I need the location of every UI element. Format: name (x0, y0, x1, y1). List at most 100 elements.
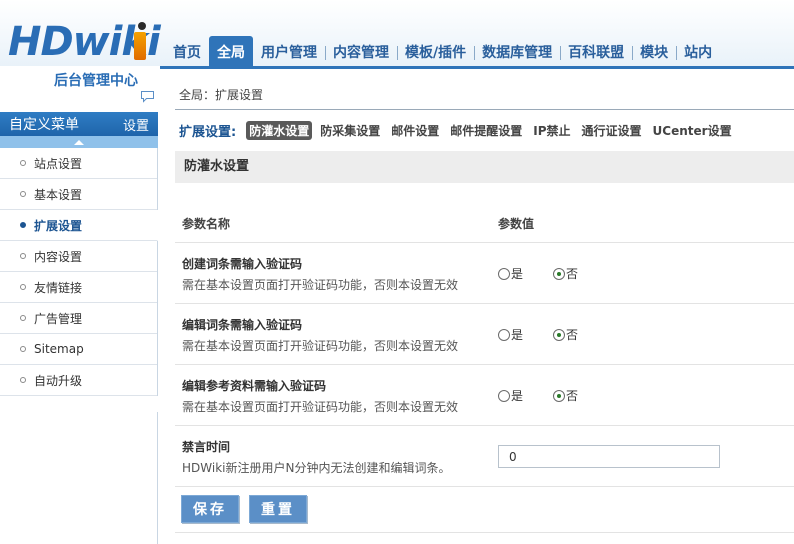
main-content: 全局：扩展设置 扩展设置: 防灌水设置 防采集设置 邮件设置 邮件提醒设置 IP… (160, 69, 794, 544)
radio-circle-checked[interactable] (553, 267, 566, 280)
radio-circle-checked[interactable] (553, 328, 566, 341)
radio-circle-checked[interactable] (553, 389, 566, 402)
top-navigation: 首页 全局 用户管理 内容管理 模板/插件 数据库管理 百科联盟 模块 站内 (165, 36, 720, 66)
sidebar-item-label: 扩展设置 (34, 218, 83, 233)
radio-yes[interactable]: 是 (498, 387, 523, 404)
setting-name: 创建词条需输入验证码 (182, 257, 303, 271)
bullet-icon (20, 346, 26, 352)
panel-title: 防灌水设置 (175, 151, 794, 183)
sidebar-item-content-settings[interactable]: 内容设置 (0, 241, 157, 272)
radio-label: 否 (566, 328, 579, 342)
radio-yes[interactable]: 是 (498, 265, 523, 282)
radio-label: 否 (566, 389, 579, 403)
radio-circle[interactable] (498, 389, 510, 402)
tab-anti-scraping[interactable]: 防采集设置 (317, 121, 383, 140)
setting-description: HDWiki新注册用户N分钟内无法创建和编辑词条。 (182, 461, 451, 475)
column-header-name: 参数名称 (182, 217, 231, 231)
sidebar-item-sitemap[interactable]: Sitemap (0, 334, 157, 365)
table-row: 编辑词条需输入验证码 需在基本设置页面打开验证码功能，否则本设置无效 是 否 (175, 304, 794, 365)
tab-ip-ban[interactable]: IP禁止 (530, 121, 573, 140)
sidebar-item-site-settings[interactable]: 站点设置 (0, 148, 157, 179)
sidebar-settings-link[interactable]: 设置 (123, 115, 149, 134)
sidebar: 自定义菜单 设置 站点设置 基本设置 扩展设置 内容设置 友情链接 广告管理 S… (0, 112, 158, 544)
sidebar-menu: 站点设置 基本设置 扩展设置 内容设置 友情链接 广告管理 Sitemap 自动… (0, 148, 158, 396)
setting-name: 禁言时间 (182, 440, 231, 454)
radio-label: 是 (511, 389, 524, 403)
radio-group: 是 否 (498, 326, 608, 343)
sidebar-border (157, 412, 158, 544)
setting-description: 需在基本设置页面打开验证码功能，否则本设置无效 (182, 278, 459, 292)
settings-table: 参数名称 参数值 创建词条需输入验证码 需在基本设置页面打开验证码功能，否则本设… (175, 201, 794, 487)
reset-button[interactable]: 重置 (249, 495, 307, 523)
radio-circle[interactable] (498, 328, 510, 341)
topnav-home[interactable]: 首页 (165, 36, 209, 66)
tab-mail-reminder[interactable]: 邮件提醒设置 (447, 121, 525, 140)
sidebar-item-extended-settings[interactable]: 扩展设置 (0, 210, 158, 241)
logo-mark-icon (132, 22, 148, 62)
bottom-divider (175, 532, 794, 533)
save-button[interactable]: 保存 (181, 495, 239, 523)
topnav-database[interactable]: 数据库管理 (474, 36, 560, 66)
topnav-content[interactable]: 内容管理 (325, 36, 397, 66)
sidebar-item-friend-links[interactable]: 友情链接 (0, 272, 157, 303)
bullet-icon (20, 191, 26, 197)
radio-circle[interactable] (498, 267, 510, 280)
setting-name: 编辑参考资料需输入验证码 (182, 379, 327, 393)
breadcrumb: 全局：扩展设置 (179, 88, 264, 102)
setting-description: 需在基本设置页面打开验证码功能，否则本设置无效 (182, 400, 459, 414)
tab-mail[interactable]: 邮件设置 (388, 121, 442, 140)
radio-label: 是 (511, 267, 524, 281)
table-row: 创建词条需输入验证码 需在基本设置页面打开验证码功能，否则本设置无效 是 否 (175, 243, 794, 304)
topnav-users[interactable]: 用户管理 (253, 36, 325, 66)
sidebar-title: 自定义菜单 (9, 117, 79, 133)
bullet-icon (20, 377, 26, 383)
sidebar-item-auto-upgrade[interactable]: 自动升级 (0, 365, 157, 396)
topnav-global[interactable]: 全局 (209, 36, 253, 66)
sidebar-item-label: 友情链接 (34, 280, 83, 295)
sidebar-item-label: Sitemap (34, 342, 84, 356)
subnav-label: 扩展设置: (179, 124, 237, 140)
table-row: 禁言时间 HDWiki新注册用户N分钟内无法创建和编辑词条。 (175, 426, 794, 487)
extended-settings-tabs: 扩展设置: 防灌水设置 防采集设置 邮件设置 邮件提醒设置 IP禁止 通行证设置… (179, 120, 740, 140)
bullet-icon (20, 315, 26, 321)
sidebar-item-basic-settings[interactable]: 基本设置 (0, 179, 157, 210)
radio-label: 是 (511, 328, 524, 342)
radio-yes[interactable]: 是 (498, 326, 523, 343)
topnav-wiki-alliance[interactable]: 百科联盟 (560, 36, 632, 66)
column-header-value: 参数值 (498, 217, 535, 231)
setting-description: 需在基本设置页面打开验证码功能，否则本设置无效 (182, 339, 459, 353)
radio-group: 是 否 (498, 265, 608, 282)
table-header-row: 参数名称 参数值 (175, 201, 794, 243)
sidebar-item-ads[interactable]: 广告管理 (0, 303, 157, 334)
mute-time-input[interactable] (498, 445, 720, 468)
sidebar-item-label: 自动升级 (34, 373, 83, 388)
radio-no[interactable]: 否 (553, 387, 578, 404)
sidebar-item-label: 基本设置 (34, 187, 83, 202)
radio-group: 是 否 (498, 387, 608, 404)
sidebar-item-label: 广告管理 (34, 311, 83, 326)
form-actions: 保存 重置 (181, 495, 317, 523)
bullet-icon (20, 253, 26, 259)
bullet-icon (20, 284, 26, 290)
radio-no[interactable]: 否 (553, 326, 578, 343)
sidebar-item-label: 内容设置 (34, 249, 83, 264)
tab-anti-flood[interactable]: 防灌水设置 (246, 120, 313, 140)
radio-no[interactable]: 否 (553, 265, 578, 282)
chevron-up-icon (74, 139, 84, 145)
sidebar-collapse-toggle[interactable] (0, 136, 158, 148)
bullet-icon (20, 160, 26, 166)
sidebar-header: 自定义菜单 设置 (0, 112, 158, 136)
tab-passport[interactable]: 通行证设置 (579, 121, 645, 140)
radio-label: 否 (566, 267, 579, 281)
breadcrumb-divider (175, 109, 794, 110)
admin-center-title: 后台管理中心 (54, 73, 138, 89)
chat-bubble-icon[interactable] (140, 90, 155, 103)
sidebar-item-label: 站点设置 (34, 156, 83, 171)
table-row: 编辑参考资料需输入验证码 需在基本设置页面打开验证码功能，否则本设置无效 是 否 (175, 365, 794, 426)
topnav-modules[interactable]: 模块 (632, 36, 676, 66)
topnav-site[interactable]: 站内 (676, 36, 720, 66)
topnav-templates-plugins[interactable]: 模板/插件 (397, 36, 474, 66)
tab-ucenter[interactable]: UCenter设置 (650, 121, 735, 140)
setting-name: 编辑词条需输入验证码 (182, 318, 303, 332)
bullet-icon (20, 222, 26, 228)
